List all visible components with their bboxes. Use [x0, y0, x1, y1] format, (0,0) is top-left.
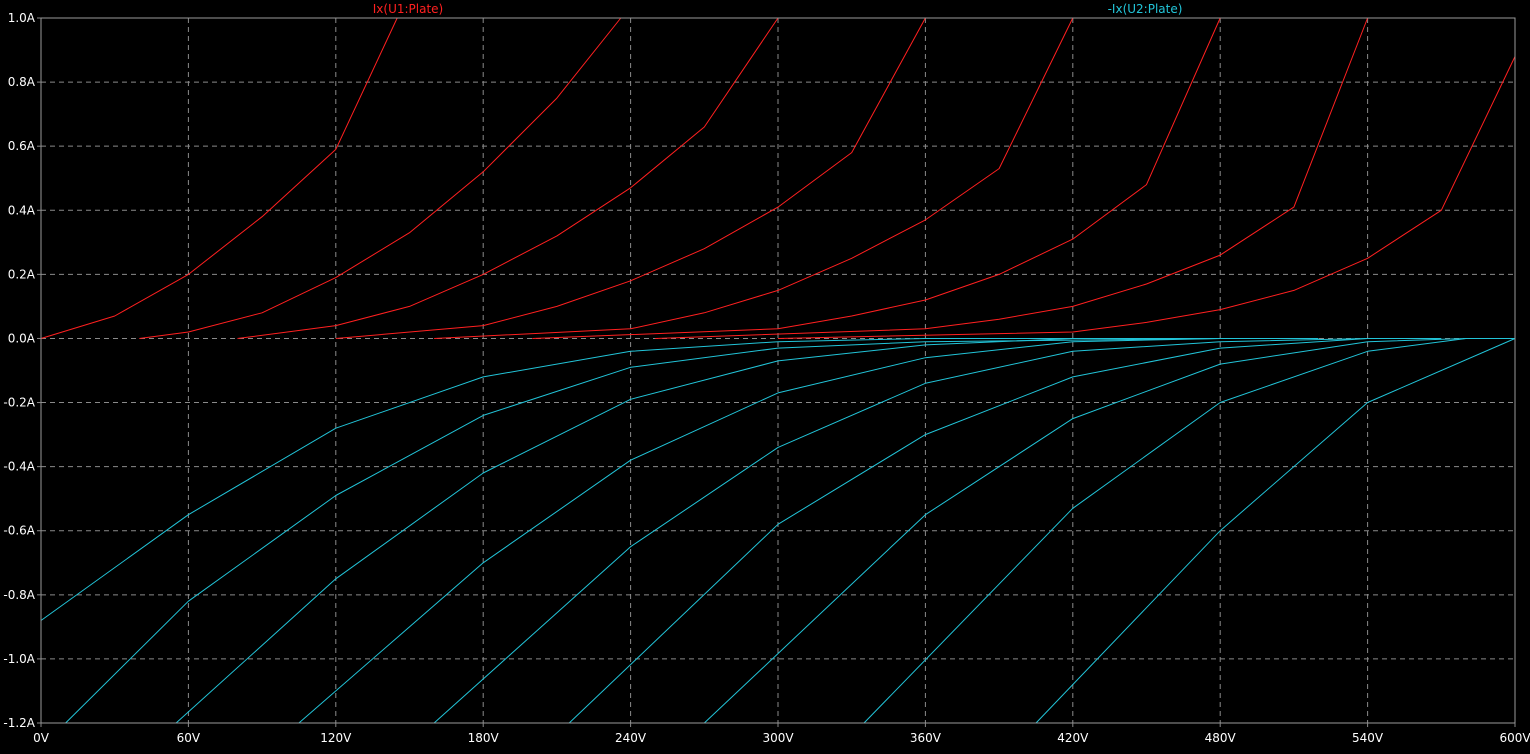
y-tick-label: -0.8A — [3, 588, 35, 602]
x-tick-label: 600V — [1499, 731, 1530, 745]
x-tick-label: 240V — [615, 731, 647, 745]
legend-u1-plate[interactable]: Ix(U1:Plate) — [373, 2, 443, 16]
x-tick-label: 180V — [468, 731, 500, 745]
x-tick-label: 0V — [33, 731, 50, 745]
plot-canvas[interactable]: 0V 60V 120V 180V 240V 300V 360V 420V 480V 540V 600… — [0, 0, 1530, 749]
y-tick-label: -1.0A — [3, 652, 35, 666]
x-tick-label: 480V — [1205, 731, 1237, 745]
y-tick-label: -1.2A — [3, 716, 35, 730]
y-tick-label: 0.0A — [8, 331, 36, 345]
legend-u2-plate[interactable]: -Ix(U2:Plate) — [1108, 2, 1183, 16]
y-tick-label: 1.0A — [8, 11, 36, 25]
y-tick-label: 0.4A — [8, 203, 36, 217]
y-tick-label: -0.6A — [3, 524, 35, 538]
y-tick-label: -0.2A — [3, 396, 35, 410]
y-tick-label: 0.8A — [8, 75, 36, 89]
y-tick-label: -0.4A — [3, 460, 35, 474]
y-tick-label: 0.6A — [8, 139, 36, 153]
x-tick-label: 120V — [320, 731, 352, 745]
y-tick-label: 0.2A — [8, 267, 36, 281]
x-tick-label: 420V — [1057, 731, 1089, 745]
x-tick-label: 360V — [910, 731, 942, 745]
x-tick-label: 300V — [762, 731, 794, 745]
x-tick-label: 540V — [1352, 731, 1384, 745]
x-tick-label: 60V — [177, 731, 201, 745]
waveform-plot[interactable]: 0V 60V 120V 180V 240V 300V 360V 420V 480V 540V 600… — [0, 0, 1530, 749]
